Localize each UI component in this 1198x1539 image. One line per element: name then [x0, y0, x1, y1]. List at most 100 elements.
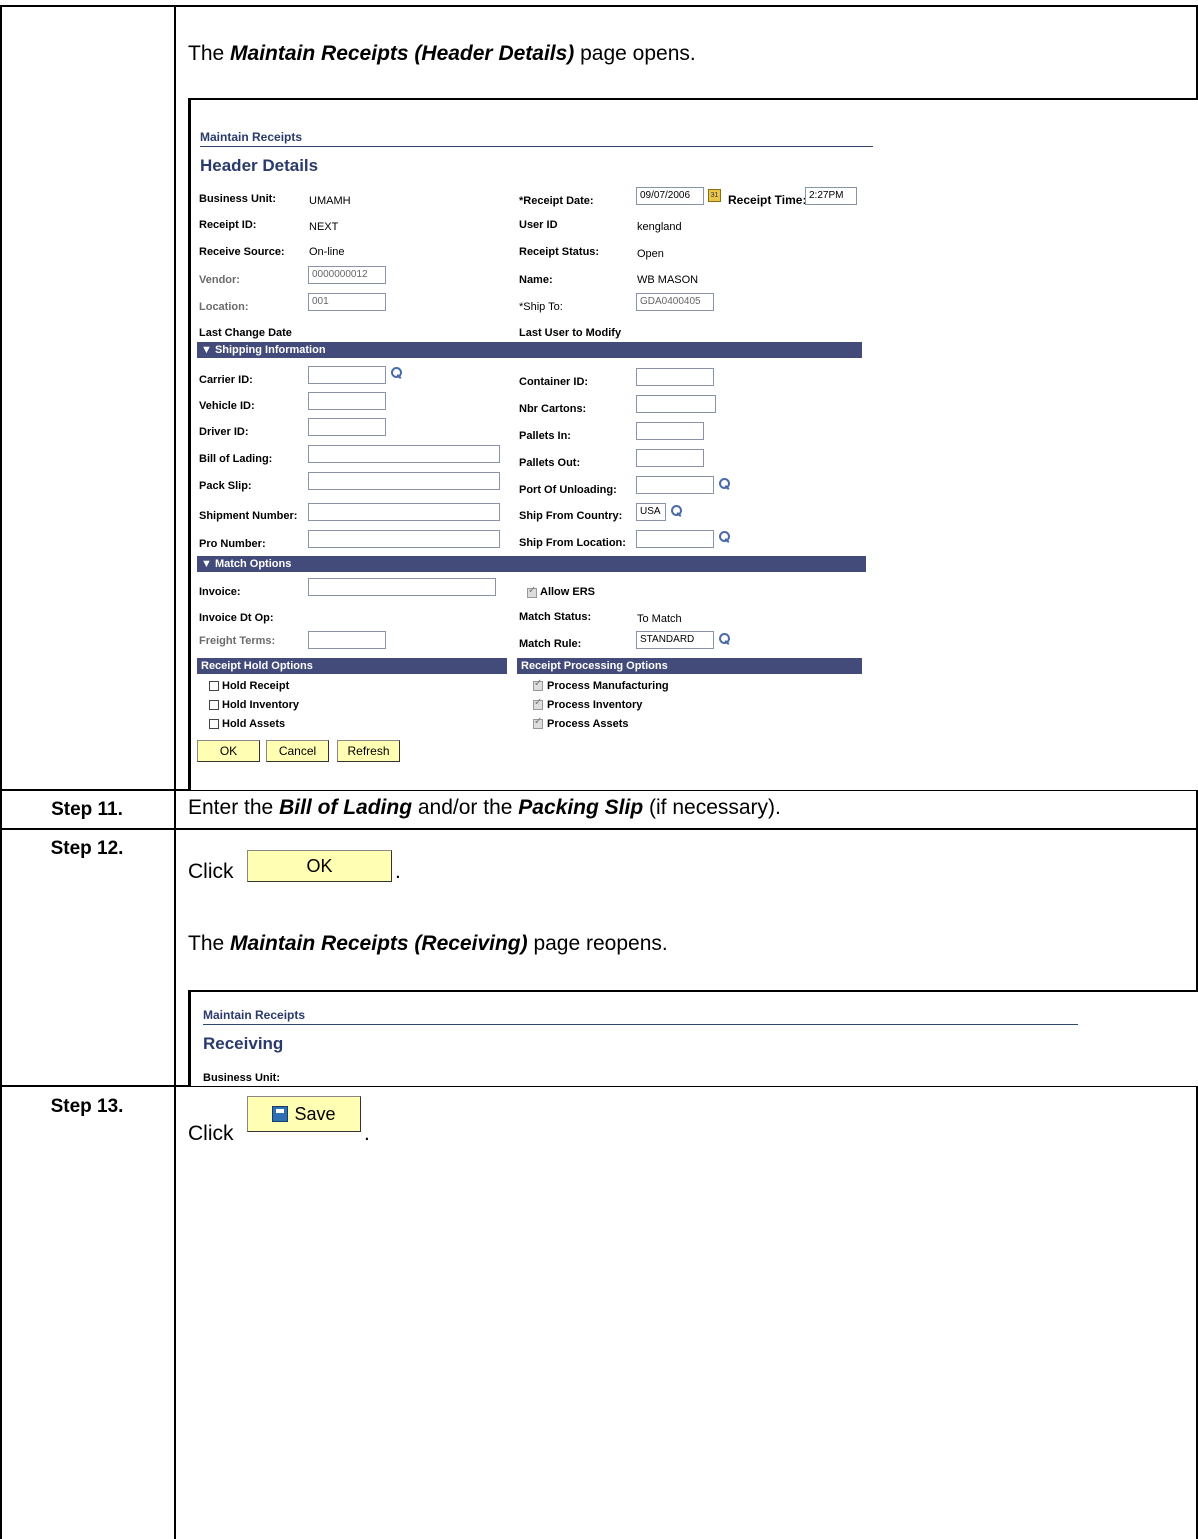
container-id-label: Container ID:: [519, 376, 589, 388]
pallets-out-label: Pallets Out:: [519, 457, 581, 469]
hold-assets-label: Hold Assets: [222, 718, 286, 730]
receipt-processing-options-bar: Receipt Processing Options: [517, 658, 862, 674]
receipt-date-label: *Receipt Date:: [519, 195, 594, 207]
hold-receipt-checkbox[interactable]: [209, 681, 219, 691]
receipt-status-value: Open: [637, 248, 664, 260]
ok-button[interactable]: OK: [197, 740, 260, 762]
receipt-time-label: Receipt Time:: [728, 193, 807, 207]
process-inventory-checkbox[interactable]: [533, 697, 543, 710]
shipment-number-field[interactable]: [308, 503, 500, 521]
port-lookup-icon[interactable]: [718, 478, 730, 490]
breadcrumb-underline: [200, 146, 873, 147]
breadcrumb[interactable]: Maintain Receipts: [200, 130, 302, 144]
freight-terms-label: Freight Terms:: [199, 635, 276, 647]
ship-from-country-field[interactable]: USA: [636, 503, 666, 521]
location-field[interactable]: 001: [308, 293, 386, 311]
receipt-id-value: NEXT: [309, 221, 339, 233]
hold-receipt-label: Hold Receipt: [222, 680, 290, 692]
intro-text: The Maintain Receipts (Header Details) p…: [188, 42, 696, 65]
pack-slip-field[interactable]: [308, 472, 500, 490]
process-assets-label: Process Assets: [547, 718, 629, 730]
pro-number-label: Pro Number:: [199, 538, 266, 550]
port-of-unloading-field[interactable]: [636, 476, 714, 494]
name-value: WB MASON: [637, 274, 699, 286]
step-13-period: .: [364, 1122, 370, 1145]
container-id-field[interactable]: [636, 368, 714, 386]
table-border-top: [0, 5, 1198, 7]
step-12-reopen-text: The Maintain Receipts (Receiving) page r…: [188, 932, 668, 955]
pro-number-field[interactable]: [308, 530, 500, 548]
step-12-period: .: [395, 860, 401, 883]
hold-inventory-checkbox[interactable]: [209, 700, 219, 710]
receipt-id-label: Receipt ID:: [199, 219, 257, 231]
nbr-cartons-label: Nbr Cartons:: [519, 403, 587, 415]
nbr-cartons-field[interactable]: [636, 395, 716, 413]
pallets-in-label: Pallets In:: [519, 430, 571, 442]
match-rule-label: Match Rule:: [519, 638, 582, 650]
calendar-icon[interactable]: 31: [708, 189, 721, 202]
step-11-instruction: Enter the Bill of Lading and/or the Pack…: [188, 796, 781, 819]
shipping-information-bar[interactable]: ▼ Shipping Information: [197, 342, 862, 358]
document-page: The Maintain Receipts (Header Details) p…: [0, 0, 1198, 1539]
allow-ers-label: Allow ERS: [540, 586, 596, 598]
location-label: Location:: [199, 301, 249, 313]
vendor-field[interactable]: 0000000012: [308, 266, 386, 284]
table-border-left: [0, 5, 2, 1539]
process-assets-checkbox[interactable]: [533, 716, 543, 729]
cancel-button[interactable]: Cancel: [266, 740, 329, 762]
last-change-label: Last Change Date: [199, 327, 292, 339]
refresh-button[interactable]: Refresh: [337, 740, 400, 762]
ship-to-field[interactable]: GDA0400405: [636, 293, 714, 311]
step-11-label: Step 11.: [51, 799, 123, 820]
location-lookup-icon[interactable]: [718, 531, 730, 543]
match-status-label: Match Status:: [519, 611, 592, 623]
process-inventory-label: Process Inventory: [547, 699, 643, 711]
bill-of-lading-field[interactable]: [308, 445, 500, 463]
save-button-image: Save: [247, 1096, 361, 1132]
business-unit-value: UMAMH: [309, 195, 351, 207]
invoice-field[interactable]: [308, 578, 496, 596]
receipt-time-field[interactable]: 2:27PM: [805, 187, 857, 205]
shipment-number-label: Shipment Number:: [199, 510, 298, 522]
invoice-label: Invoice:: [199, 586, 241, 598]
receipt-status-label: Receipt Status:: [519, 246, 600, 258]
match-status-value: To Match: [637, 613, 682, 625]
user-id-value: kengland: [637, 221, 682, 233]
step-13-label: Step 13.: [50, 1096, 124, 1117]
step-13-click-text: Click: [188, 1122, 234, 1145]
receipt-date-field[interactable]: 09/07/2006: [636, 187, 704, 205]
receive-source-label: Receive Source:: [199, 246, 285, 258]
match-options-bar[interactable]: ▼ Match Options: [197, 556, 866, 572]
business-unit-label: Business Unit:: [199, 193, 277, 205]
page-title: Header Details: [200, 156, 319, 175]
process-manufacturing-checkbox[interactable]: [533, 678, 543, 691]
driver-id-field[interactable]: [308, 418, 386, 436]
step-12-click-text: Click: [188, 860, 234, 883]
match-rule-field[interactable]: STANDARD: [636, 631, 714, 649]
last-user-label: Last User to Modify: [519, 327, 622, 339]
vehicle-id-field[interactable]: [308, 392, 386, 410]
ok-button-image: OK: [247, 850, 392, 882]
ship-from-location-field[interactable]: [636, 530, 714, 548]
ship-from-country-label: Ship From Country:: [519, 510, 623, 522]
carrier-lookup-icon[interactable]: [390, 367, 402, 379]
country-lookup-icon[interactable]: [670, 505, 682, 517]
match-rule-lookup-icon[interactable]: [718, 633, 730, 645]
ship-to-label: *Ship To:: [519, 301, 563, 313]
hold-inventory-label: Hold Inventory: [222, 699, 300, 711]
allow-ers-checkbox[interactable]: [527, 585, 537, 598]
carrier-id-field[interactable]: [308, 366, 386, 384]
name-label: Name:: [519, 274, 553, 286]
step-12-label: Step 12.: [50, 838, 124, 859]
freight-terms-field[interactable]: [308, 631, 386, 649]
port-of-unloading-label: Port Of Unloading:: [519, 484, 617, 496]
receive-source-value: On-line: [309, 246, 345, 258]
pack-slip-label: Pack Slip:: [199, 480, 252, 492]
save-icon: [272, 1106, 289, 1122]
pallets-in-field[interactable]: [636, 422, 704, 440]
pallets-out-field[interactable]: [636, 449, 704, 467]
carrier-id-label: Carrier ID:: [199, 374, 253, 386]
hold-assets-checkbox[interactable]: [209, 719, 219, 729]
column-divider: [174, 5, 176, 1539]
ship-from-location-label: Ship From Location:: [519, 537, 626, 549]
